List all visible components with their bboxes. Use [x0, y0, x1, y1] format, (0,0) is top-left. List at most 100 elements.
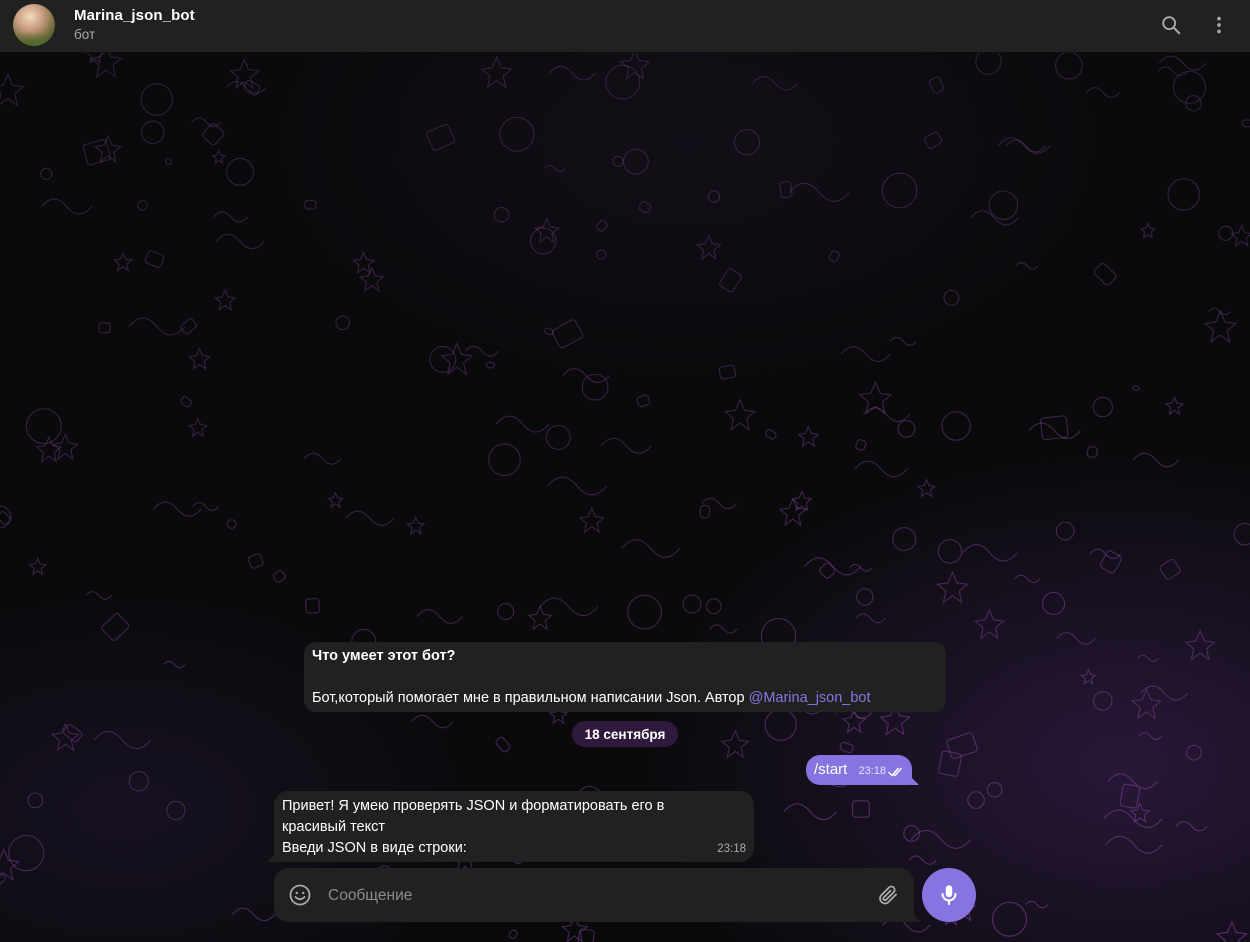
- wallpaper-doodle: [840, 346, 891, 362]
- wallpaper-doodle: [226, 519, 237, 529]
- wallpaper-doodle: [93, 731, 152, 750]
- wallpaper-doodle: [140, 120, 165, 145]
- wallpaper-doodle: [612, 155, 624, 168]
- wallpaper-doodle: [962, 544, 1018, 562]
- incoming-message[interactable]: Привет! Я умею проверять JSON и форматир…: [267, 791, 754, 862]
- wallpaper-doodle: [992, 901, 1028, 937]
- wallpaper-doodle: [791, 489, 813, 512]
- wallpaper-doodle: [1167, 178, 1200, 211]
- wallpaper-doodle: [128, 771, 150, 792]
- wallpaper-doodle: [35, 435, 63, 463]
- wallpaper-doodle: [1164, 395, 1185, 416]
- wallpaper-doodle: [1086, 446, 1098, 458]
- wallpaper-doodle: [180, 396, 192, 408]
- wallpaper-doodle: [429, 345, 457, 373]
- wallpaper-doodle: [495, 415, 550, 433]
- wallpaper-doodle: [892, 526, 917, 552]
- chat-area[interactable]: Что умеет этот бот? Бот,который помогает…: [0, 53, 1250, 942]
- wallpaper-doodle: [508, 929, 518, 940]
- wallpaper-doodle: [1215, 920, 1248, 942]
- wallpaper-doodle: [545, 424, 571, 450]
- wallpaper-doodle: [701, 497, 737, 510]
- bot-info-description: Бот,который помогает мне в правильном на…: [312, 688, 938, 709]
- wallpaper-doodle: [719, 268, 742, 293]
- wallpaper-doodle: [581, 373, 609, 401]
- date-separator[interactable]: 18 сентября: [572, 721, 678, 747]
- message-time: 23:18: [858, 765, 886, 777]
- wallpaper-doodle: [720, 729, 750, 759]
- wallpaper-doodle: [1158, 55, 1207, 71]
- wallpaper-doodle: [411, 714, 454, 729]
- wallpaper-doodle: [165, 157, 173, 166]
- wallpaper-doodle: [855, 613, 886, 624]
- wallpaper-doodle: [788, 182, 850, 202]
- wallpaper-doodle: [778, 497, 808, 527]
- wallpaper-doodle: [128, 317, 186, 336]
- wallpaper-doodle: [40, 167, 53, 180]
- composer-tail: [912, 913, 921, 922]
- wallpaper-doodle: [488, 443, 521, 477]
- wallpaper-doodle: [943, 289, 960, 306]
- outgoing-message[interactable]: /start 23:18: [806, 755, 919, 785]
- wallpaper-doodle: [1184, 629, 1216, 661]
- chat-title[interactable]: Marina_json_bot: [74, 7, 195, 24]
- wallpaper-doodle: [1132, 385, 1140, 392]
- wallpaper-doodle: [854, 460, 908, 478]
- search-icon[interactable]: [1158, 12, 1184, 38]
- wallpaper-doodle: [416, 609, 464, 624]
- author-mention-link[interactable]: @Marina_json_bot: [749, 690, 871, 706]
- wallpaper-doodle: [916, 478, 937, 498]
- wallpaper-doodle: [856, 588, 874, 606]
- wallpaper-doodle: [211, 149, 227, 165]
- message-composer: [274, 868, 921, 922]
- wallpaper-doodle: [202, 123, 225, 146]
- microphone-icon[interactable]: [922, 868, 976, 922]
- wallpaper-doodle: [973, 608, 1005, 640]
- smile-icon[interactable]: [288, 883, 312, 907]
- wallpaper-doodle: [937, 539, 963, 564]
- wallpaper-doodle: [941, 411, 971, 441]
- wallpaper-doodle: [1137, 654, 1159, 663]
- wallpaper-doodle: [1230, 224, 1250, 248]
- wallpaper-doodle: [163, 660, 186, 669]
- wallpaper-doodle: [1138, 732, 1163, 741]
- wallpaper-doodle: [1159, 558, 1181, 580]
- message-line: Введи JSON в виде строки:: [282, 840, 467, 856]
- wallpaper-doodle: [345, 510, 395, 527]
- wallpaper-doodle: [137, 200, 148, 211]
- wallpaper-doodle: [752, 76, 799, 91]
- wallpaper-doodle: [1055, 521, 1075, 541]
- wallpaper-doodle: [25, 408, 62, 445]
- bot-avatar[interactable]: [13, 4, 55, 46]
- wallpaper-doodle: [1130, 688, 1163, 720]
- paperclip-icon[interactable]: [876, 883, 900, 907]
- message-line: Привет! Я умею проверять JSON и форматир…: [282, 798, 665, 814]
- wallpaper-doodle: [627, 594, 662, 630]
- wallpaper-doodle: [779, 181, 793, 199]
- wallpaper-doodle: [733, 128, 761, 156]
- wallpaper-doodle: [1233, 522, 1250, 546]
- wallpaper-doodle: [213, 211, 248, 223]
- wallpaper-doodle: [1005, 139, 1047, 153]
- wallpaper-doodle: [709, 624, 738, 634]
- wallpaper-doodle: [1056, 632, 1096, 645]
- message-input[interactable]: [326, 880, 860, 912]
- wallpaper-doodle: [547, 476, 608, 496]
- wallpaper-doodle: [1241, 119, 1250, 128]
- more-vertical-icon[interactable]: [1206, 12, 1232, 38]
- wallpaper-doodle: [622, 148, 649, 175]
- wallpaper-doodle: [636, 394, 651, 408]
- wallpaper-doodle: [272, 570, 286, 583]
- wallpaper-doodle: [231, 907, 276, 922]
- wallpaper-doodle: [8, 835, 45, 872]
- bot-info-question: Что умеет этот бот?: [312, 648, 456, 664]
- wallpaper-doodle: [304, 199, 317, 210]
- wallpaper-doodle: [305, 598, 320, 614]
- wallpaper-doodle: [1093, 262, 1117, 286]
- wallpaper-doodle: [855, 439, 867, 451]
- wallpaper-doodle: [187, 347, 212, 371]
- wallpaper-doodle: [192, 501, 220, 511]
- wallpaper-doodle: [153, 501, 202, 517]
- wallpaper-doodle: [1055, 53, 1083, 80]
- wallpaper-doodle: [819, 562, 836, 579]
